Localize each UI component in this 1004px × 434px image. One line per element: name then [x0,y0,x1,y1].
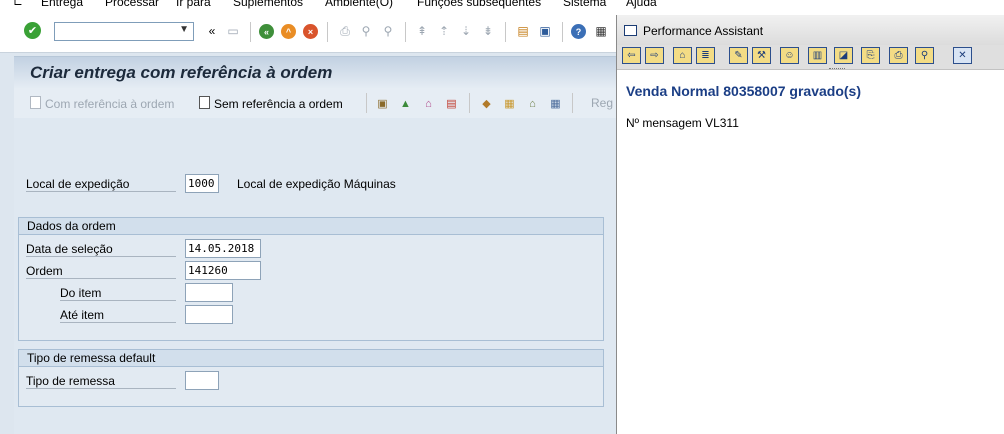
assistant-title: Performance Assistant [643,24,764,38]
page-title: Criar entrega com referência à ordem [30,63,333,82]
chevron-down-icon[interactable]: ▼ [179,24,189,35]
edit-icon[interactable]: ✎ [729,47,748,64]
red-document-icon[interactable]: ▤ [444,97,459,110]
home-icon[interactable]: ⌂ [673,47,692,64]
data-selecao-label: Data de seleção [26,242,176,257]
message-number: Nº mensagem VL311 [626,116,739,130]
forward-arrow-icon[interactable]: ⇨ [645,47,664,64]
command-field[interactable]: ▼ [54,22,194,41]
ate-item-input[interactable] [185,305,233,324]
menu-funcoes-subsequentes[interactable]: Funções subsequentes [417,0,541,9]
create-session-icon[interactable]: ▤ [515,23,531,39]
assistant-title-bar: Performance Assistant [617,15,1004,45]
do-item-input[interactable] [185,283,233,302]
com-referencia-button[interactable]: Com referência à ordem [30,96,174,111]
help-icon[interactable]: ? [571,24,586,39]
window-menu-icon[interactable]: ⊏ [12,0,24,8]
data-selecao-input[interactable]: 14.05.2018 [185,239,261,258]
find-next-icon[interactable]: ⚲ [380,23,396,39]
last-page-icon[interactable]: ⇟ [480,23,496,39]
sem-referencia-label: Sem referência a ordem [214,97,343,111]
assistant-heading: Venda Normal 80358007 gravado(s) [626,83,862,99]
document-icon [30,96,41,109]
screen-title-bar: Criar entrega com referência à ordem [14,56,619,89]
group-title: Tipo de remessa default [19,350,603,367]
menu-suplementos[interactable]: Suplementos [233,0,303,9]
menu-entrega[interactable]: Entrega [41,0,83,9]
menu-processar[interactable]: Processar [105,0,159,9]
assistant-toolbar: ⇦ ⇨ ⌂ ≣ ✎ ⚒ ☺ ▥ ◪ ⎘ ⎙ ⚲ ✕ [617,45,1004,70]
find-icon[interactable]: ⚲ [358,23,374,39]
menu-bar: ⊏ Entrega Processar Ir para Suplementos … [0,0,1004,14]
back-icon[interactable]: « [259,24,274,39]
menu-ajuda[interactable]: Ajuda [626,0,657,9]
ordem-input[interactable]: 141260 [185,261,261,280]
person-icon[interactable]: ☺ [780,47,799,64]
package-icon[interactable]: ◆ [479,97,494,110]
document-icon [199,96,210,109]
cancel-icon[interactable]: × [303,24,318,39]
navigation-icon[interactable]: ≣ [696,47,715,64]
print-icon[interactable]: ⎙ [889,47,908,64]
back-arrow-icon[interactable]: ⇦ [622,47,641,64]
technical-info-icon[interactable]: ⚒ [752,47,771,64]
print-icon[interactable]: ⎙ [337,23,353,39]
application-toolbar: Com referência à ordem Sem referência a … [14,88,619,118]
list-icon[interactable]: ▦ [548,97,563,110]
group-title: Dados da ordem [19,218,603,235]
truck-icon[interactable]: ⌂ [525,97,540,110]
close-icon[interactable]: ✕ [953,47,972,64]
local-expedicao-input[interactable]: 1000 [185,174,219,193]
ate-item-label: Até item [60,308,176,323]
mountain-icon[interactable]: ▲ [398,97,413,110]
main-screen: Criar entrega com referência à ordem Com… [14,56,619,434]
first-page-icon[interactable]: ⇞ [414,23,430,39]
previous-page-icon[interactable]: ⇡ [436,23,452,39]
truncated-button[interactable]: Reg [591,96,613,110]
com-referencia-label: Com referência à ordem [45,97,175,111]
enter-check-icon[interactable]: ✔ [24,22,41,39]
double-chevron-left-icon[interactable]: « [204,23,220,39]
tipo-remessa-label: Tipo de remessa [26,374,176,389]
shortcut-icon[interactable]: ▣ [537,23,553,39]
book-icon[interactable]: ▥ [808,47,827,64]
exit-icon[interactable]: ^ [281,24,296,39]
window-icon [624,25,637,36]
copy-document-icon[interactable]: ▣ [375,97,390,110]
tipo-remessa-input[interactable] [185,371,219,390]
ordem-label: Ordem [26,264,176,279]
document-arrow-icon[interactable]: ⎘ [861,47,880,64]
menu-sistema[interactable]: Sistema [563,0,606,9]
sem-referencia-button[interactable]: Sem referência a ordem [199,96,343,111]
menu-ir-para[interactable]: Ir para [176,0,211,9]
next-page-icon[interactable]: ⇣ [458,23,474,39]
resize-grip[interactable] [829,68,845,71]
menu-ambiente[interactable]: Ambiente(O) [325,0,393,9]
local-expedicao-label: Local de expedição [26,177,176,192]
performance-assistant-window: Performance Assistant ⇦ ⇨ ⌂ ≣ ✎ ⚒ ☺ ▥ ◪ … [616,15,1004,434]
do-item-label: Do item [60,286,176,301]
stamp-icon[interactable]: ⌂ [421,97,436,110]
flag-icon[interactable]: ◪ [834,47,853,64]
briefcase-icon[interactable]: ▦ [502,97,517,110]
save-icon[interactable]: ▭ [225,23,241,39]
local-expedicao-description: Local de expedição Máquinas [237,177,396,191]
layout-menu-icon[interactable]: ▦ [593,23,609,39]
find-icon[interactable]: ⚲ [915,47,934,64]
